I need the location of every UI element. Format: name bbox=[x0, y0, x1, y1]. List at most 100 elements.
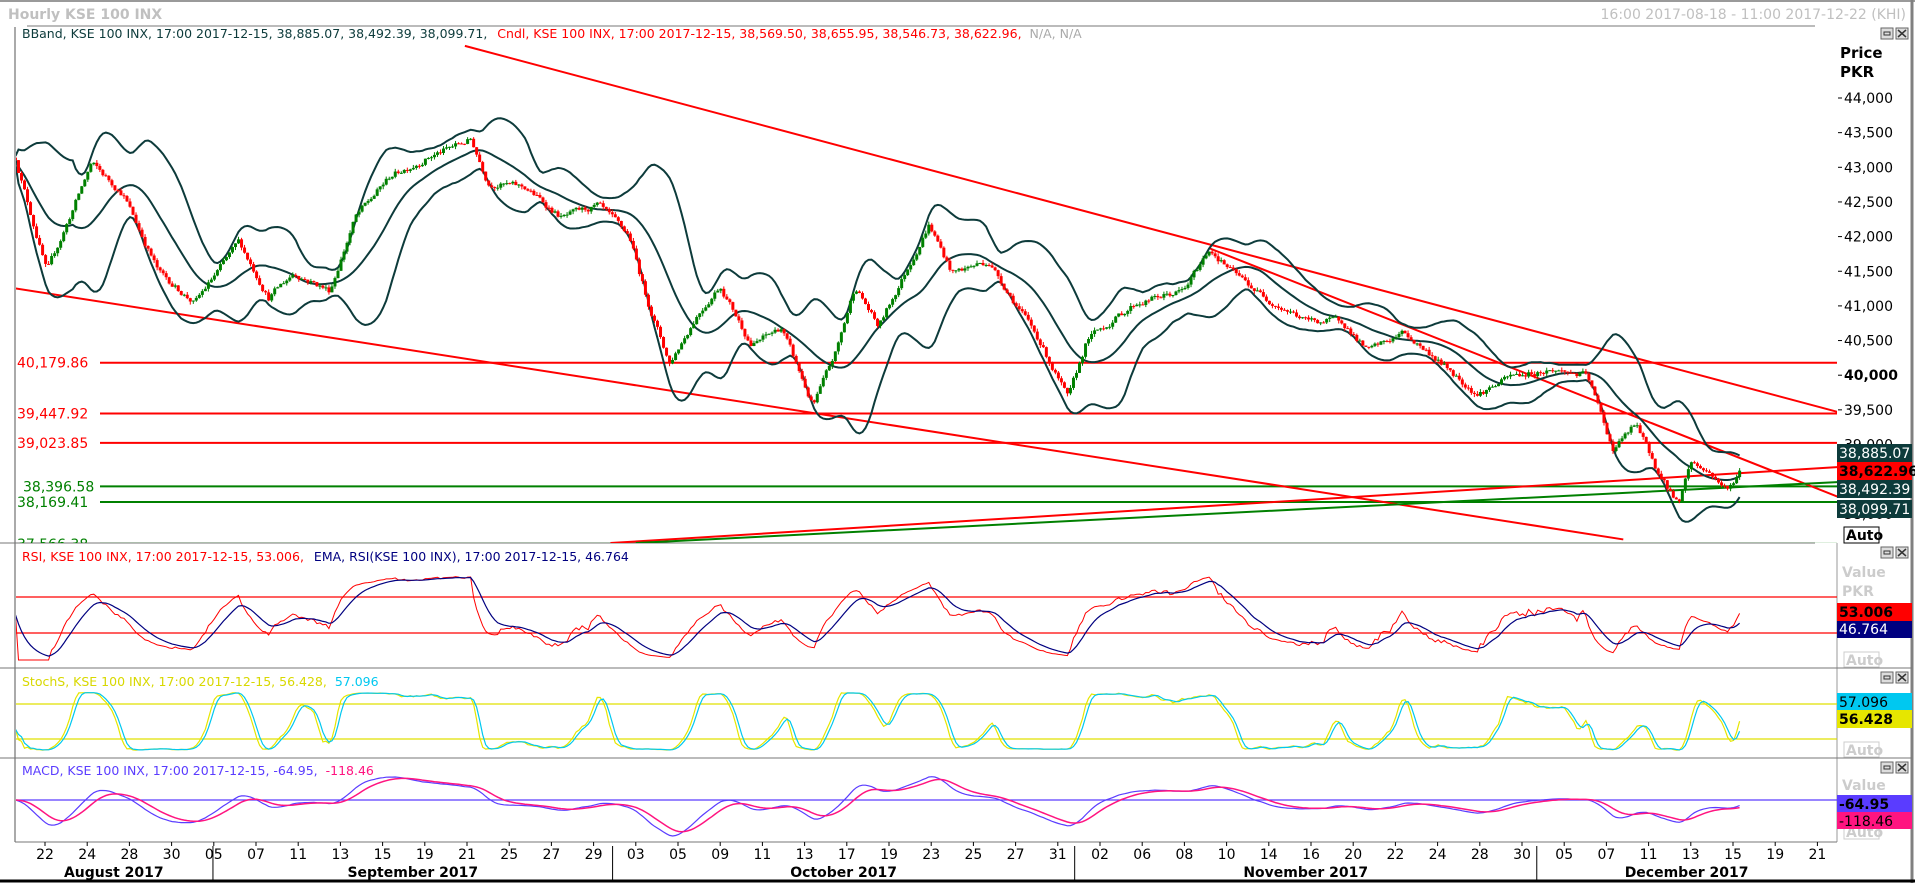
candle-body bbox=[728, 299, 732, 303]
candle bbox=[279, 283, 283, 288]
candle-body bbox=[1581, 371, 1585, 373]
svg-text:57.096: 57.096 bbox=[1839, 695, 1888, 711]
candle-body bbox=[610, 212, 614, 215]
stoch-auto-button[interactable]: Auto bbox=[1843, 741, 1883, 759]
candle-body bbox=[490, 185, 494, 188]
close-panel-button[interactable] bbox=[1895, 546, 1909, 559]
close-panel-button[interactable] bbox=[1895, 671, 1909, 684]
candle-body bbox=[1656, 468, 1660, 474]
candle-body bbox=[1249, 285, 1253, 289]
time-tick-label: 28 bbox=[1471, 847, 1489, 863]
candle-body bbox=[758, 339, 762, 342]
candle bbox=[637, 257, 641, 277]
time-tick-label: 23 bbox=[922, 847, 940, 863]
candle-body bbox=[303, 278, 307, 280]
candle-body bbox=[689, 328, 693, 335]
restore-panel-button[interactable] bbox=[1880, 671, 1894, 684]
restore-panel-button[interactable] bbox=[1880, 27, 1894, 40]
candle-body bbox=[1735, 477, 1739, 484]
candle-body bbox=[1472, 392, 1476, 394]
candle-body bbox=[559, 215, 563, 217]
candle-body bbox=[1059, 378, 1063, 383]
time-tick-label: 15 bbox=[1724, 847, 1742, 863]
rsi-auto-button[interactable]: Auto bbox=[1843, 651, 1883, 669]
candle-body bbox=[1689, 462, 1693, 470]
candle-body bbox=[1292, 311, 1296, 313]
svg-text:53.006: 53.006 bbox=[1839, 605, 1893, 621]
candle-body bbox=[1557, 370, 1561, 372]
restore-icon bbox=[1880, 27, 1894, 40]
candle-body bbox=[800, 371, 804, 379]
candle-body bbox=[589, 206, 593, 212]
candle-body bbox=[297, 275, 301, 280]
legend-macd: MACD, KSE 100 INX, 17:00 2017-12-15, -64… bbox=[22, 763, 318, 778]
candle bbox=[918, 246, 922, 256]
candle-body bbox=[1084, 343, 1088, 357]
candle-body bbox=[502, 183, 506, 185]
candle-body bbox=[1108, 326, 1112, 328]
candle bbox=[665, 347, 669, 357]
price-tick-label: 42,500 bbox=[1844, 195, 1893, 211]
candle-body bbox=[1304, 317, 1308, 319]
candle-body bbox=[1439, 359, 1443, 365]
time-tick-label: 17 bbox=[838, 847, 856, 863]
candle-body bbox=[273, 288, 277, 295]
candle-body bbox=[1668, 488, 1672, 492]
candle-body bbox=[1114, 316, 1118, 323]
close-panel-button[interactable] bbox=[1895, 27, 1909, 40]
candle-body bbox=[438, 152, 442, 154]
candle bbox=[16, 160, 20, 174]
candle-body bbox=[520, 184, 524, 187]
candle-body bbox=[1692, 462, 1696, 464]
candle-body bbox=[53, 253, 57, 257]
candle-body bbox=[41, 244, 45, 256]
time-tick-label: 25 bbox=[500, 847, 518, 863]
time-tick-label: 27 bbox=[1007, 847, 1025, 863]
svg-text:38,885.07: 38,885.07 bbox=[1839, 446, 1910, 462]
candle-body bbox=[230, 247, 234, 253]
candle-body bbox=[882, 317, 886, 321]
candle bbox=[74, 198, 78, 213]
candle-body bbox=[797, 362, 801, 372]
candle-body bbox=[788, 338, 792, 345]
candle-body bbox=[1056, 372, 1060, 379]
candle-body bbox=[1289, 311, 1293, 313]
candle-body bbox=[1189, 277, 1193, 285]
time-tick-label: 27 bbox=[542, 847, 560, 863]
candle-body bbox=[1138, 304, 1142, 306]
close-panel-button[interactable] bbox=[1895, 761, 1909, 774]
candle bbox=[354, 214, 358, 223]
candle-body bbox=[583, 207, 587, 210]
candle-body bbox=[1397, 333, 1401, 338]
candle-body bbox=[574, 207, 578, 210]
candle-body bbox=[1343, 323, 1347, 329]
candle-body bbox=[511, 181, 515, 184]
time-tick-label: 19 bbox=[416, 847, 434, 863]
candle-body bbox=[478, 154, 482, 163]
candle-body bbox=[665, 347, 669, 356]
price-tick-label: 42,000 bbox=[1844, 230, 1893, 246]
candle-body bbox=[1270, 304, 1274, 306]
time-tick-label: 28 bbox=[120, 847, 138, 863]
candle bbox=[659, 325, 663, 339]
candle-body bbox=[1071, 377, 1075, 388]
candle-body bbox=[1481, 392, 1485, 394]
candle-body bbox=[1279, 307, 1283, 310]
bb-mid-label: 38,492.39 bbox=[1837, 480, 1912, 498]
candle bbox=[62, 230, 66, 243]
restore-panel-button[interactable] bbox=[1880, 546, 1894, 559]
legend-na: N/A, N/A bbox=[1030, 26, 1083, 41]
candle-body bbox=[1427, 349, 1431, 356]
candle-body bbox=[493, 187, 497, 189]
candle-body bbox=[276, 287, 280, 289]
candle-body bbox=[867, 304, 871, 311]
candle-body bbox=[203, 288, 207, 292]
candle-body bbox=[604, 206, 608, 210]
legend-macd-signal: -118.46 bbox=[326, 763, 374, 778]
main-auto-button[interactable]: Auto bbox=[1843, 526, 1883, 544]
restore-panel-button[interactable] bbox=[1880, 761, 1894, 774]
legend-cndl: Cndl, KSE 100 INX, 17:00 2017-12-15, 38,… bbox=[497, 26, 1021, 41]
candle-body bbox=[1451, 370, 1455, 376]
candle-body bbox=[1267, 300, 1271, 305]
svg-text:Auto: Auto bbox=[1846, 743, 1883, 759]
